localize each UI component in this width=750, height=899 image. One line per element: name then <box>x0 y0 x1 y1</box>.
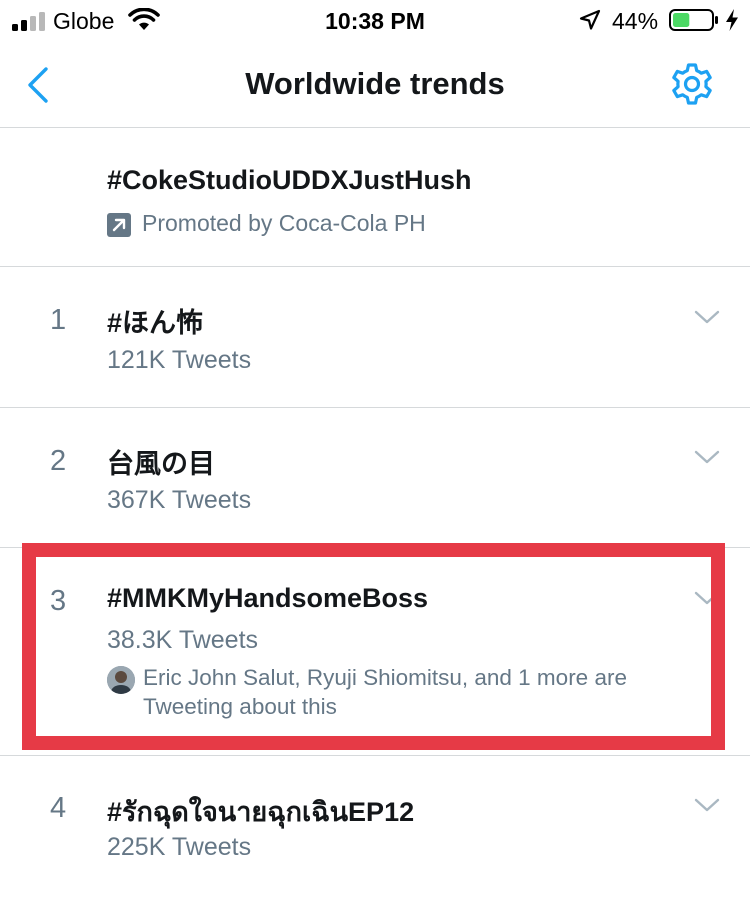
trend-rank: 2 <box>50 445 67 477</box>
page-title: Worldwide trends <box>245 66 505 101</box>
trend-rank: 1 <box>50 304 67 336</box>
battery-percent: 44% <box>612 8 659 34</box>
location-arrow-icon <box>579 9 601 30</box>
trend-rank: 4 <box>50 792 67 824</box>
trend-row-2[interactable]: 2 台風の目 367K Tweets <box>0 408 750 548</box>
trend-row-1[interactable]: 1 #ほん怖 121K Tweets <box>0 267 750 408</box>
trend-name: #รักฉุดใจนายฉุกเฉินEP12 <box>107 797 415 827</box>
social-context-text: Eric John Salut, Ryuji Shiomitsu, and 1 … <box>143 665 627 719</box>
trend-name: #MMKMyHandsomeBoss <box>107 583 429 613</box>
nav-bar: Worldwide trends <box>0 42 750 128</box>
trend-tweet-count: 121K Tweets <box>107 346 252 374</box>
trend-name: 台風の目 <box>107 449 215 479</box>
trend-tweet-count: 367K Tweets <box>107 486 252 514</box>
promoted-arrow-icon <box>107 213 131 237</box>
trend-row-3[interactable]: 3 #MMKMyHandsomeBoss 38.3K Tweets Eric J… <box>0 548 750 756</box>
avatar <box>107 666 135 694</box>
battery-fill <box>673 13 690 27</box>
status-bar: Globe 10:38 PM 44% <box>0 0 750 42</box>
trend-row-4[interactable]: 4 #รักฉุดใจนายฉุกเฉินEP12 225K Tweets <box>0 756 750 899</box>
trend-rank: 3 <box>50 585 67 617</box>
settings-button[interactable] <box>666 60 718 112</box>
trend-name: #ほん怖 <box>107 308 204 338</box>
gear-icon <box>672 63 712 105</box>
chevron-down-icon[interactable] <box>693 307 721 327</box>
charging-bolt-icon <box>726 9 738 31</box>
promoted-trend-name: #CokeStudioUDDXJustHush <box>107 165 472 195</box>
promoted-arrow-glyph <box>112 218 126 232</box>
battery-icon <box>669 9 718 31</box>
chevron-down-icon[interactable] <box>693 447 721 467</box>
trend-tweet-count: 225K Tweets <box>107 833 252 861</box>
chevron-down-icon[interactable] <box>693 795 721 815</box>
chevron-down-icon[interactable] <box>693 588 721 608</box>
promoted-trend-row[interactable]: #CokeStudioUDDXJustHush Promoted by Coca… <box>0 129 750 267</box>
trend-tweet-count: 38.3K Tweets <box>107 626 259 654</box>
promoted-by-text: Promoted by Coca-Cola PH <box>142 210 426 236</box>
avatar-image <box>107 666 135 694</box>
